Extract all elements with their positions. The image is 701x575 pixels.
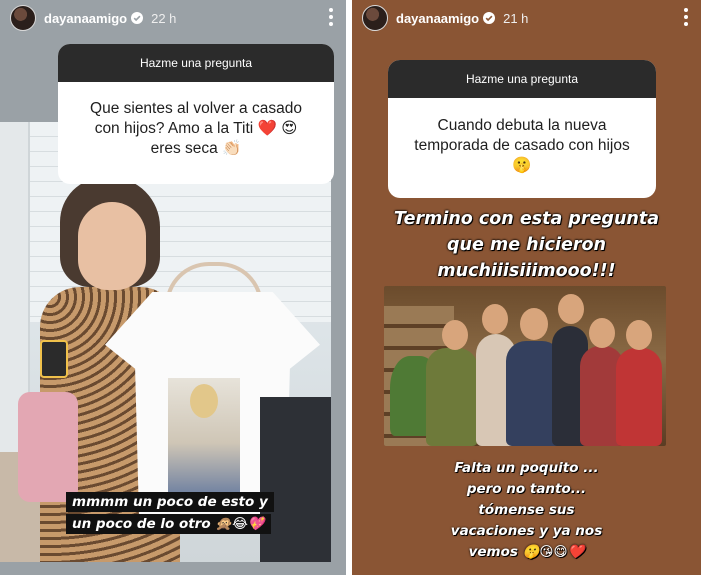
story-right[interactable]: dayanaamigo 21 h Hazme una pregunta Cuan… [352,0,701,575]
question-sticker-header: Hazme una pregunta [58,44,334,82]
story-left[interactable]: dayanaamigo 22 h Hazme una pregunta Que … [0,0,346,575]
question-text: Que sientes al volver a casado con hijos… [90,100,302,157]
avatar[interactable] [362,5,388,31]
username[interactable]: dayanaamigo [44,11,127,26]
question-sticker-header: Hazme una pregunta [388,60,656,98]
story-caption: Falta un poquito ... pero no tanto... tó… [450,460,603,560]
verified-badge-icon [483,12,496,24]
verified-badge-icon [131,12,144,24]
more-options-icon[interactable] [683,8,689,26]
story-caption: mmmm un poco de esto y un poco de lo otr… [66,492,331,536]
question-sticker[interactable]: Hazme una pregunta Cuando debuta la nuev… [388,60,656,198]
story-title-text: Termino con esta pregunta que me hiciero… [393,209,660,281]
post-time: 21 h [503,10,529,26]
question-text: Cuando debuta la nueva temporada de casa… [414,117,630,174]
more-options-icon[interactable] [328,8,334,26]
question-sticker[interactable]: Hazme una pregunta Que sientes al volver… [58,44,334,184]
avatar[interactable] [10,5,36,31]
post-time: 22 h [151,10,177,26]
story-photo-right [384,286,666,446]
story-header: dayanaamigo 21 h [352,0,701,36]
username[interactable]: dayanaamigo [396,11,479,26]
story-header: dayanaamigo 22 h [0,0,346,36]
